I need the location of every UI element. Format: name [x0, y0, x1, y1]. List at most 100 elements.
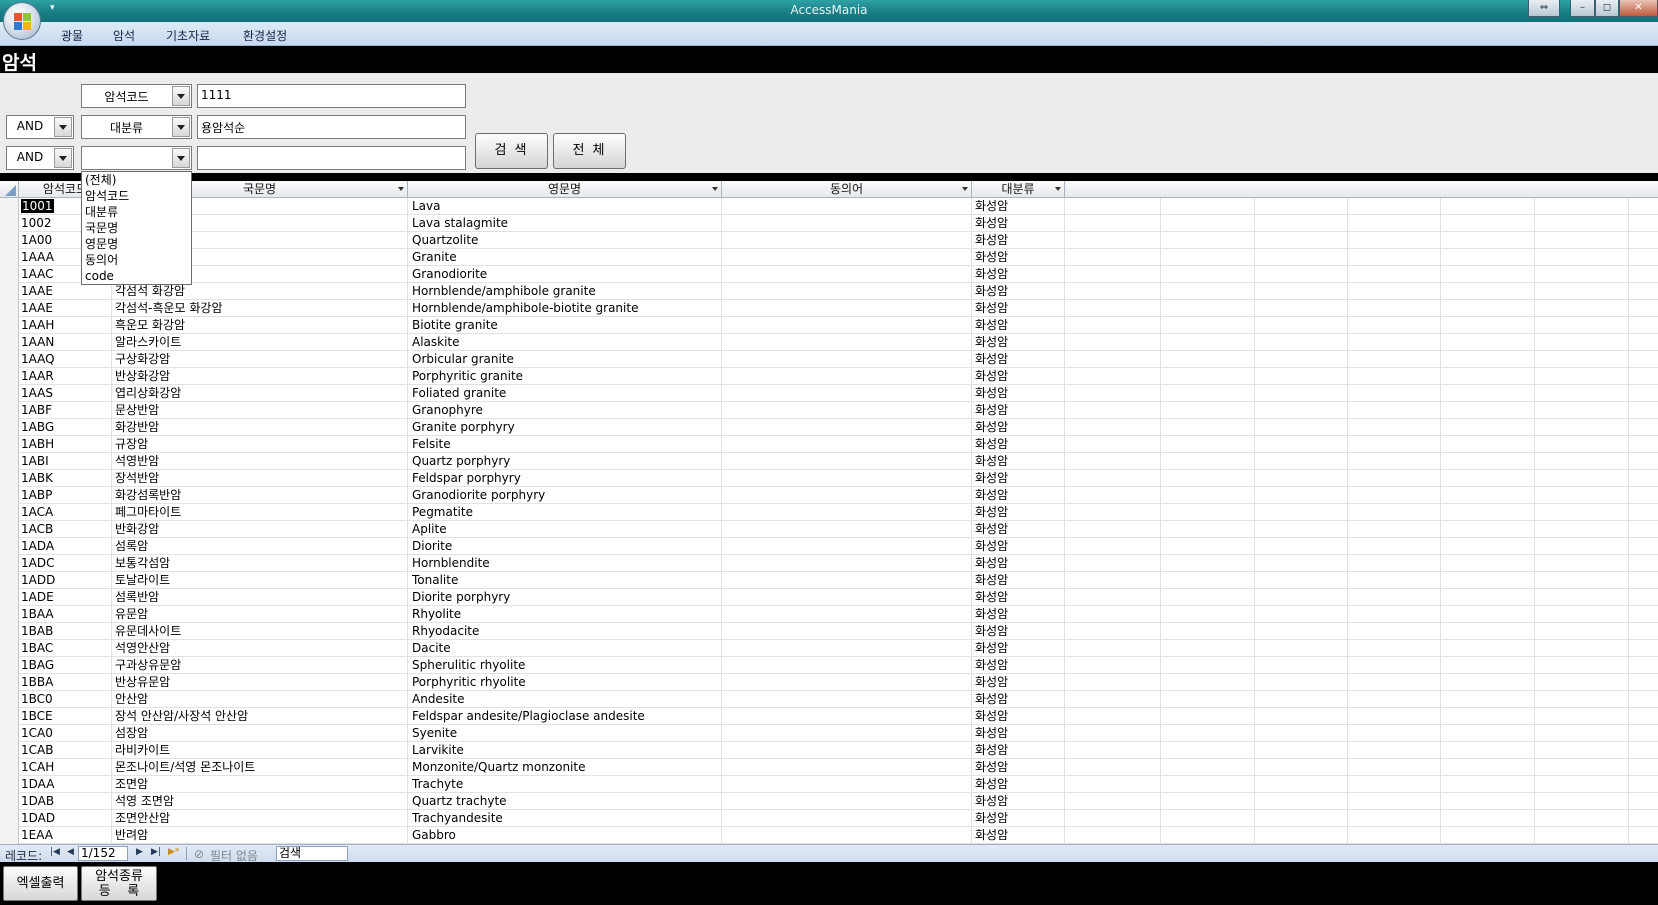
row-selector[interactable]	[0, 283, 19, 300]
cell-synonym[interactable]	[722, 657, 972, 674]
cell-category[interactable]: 화성암	[972, 691, 1065, 708]
cell-korean-name[interactable]: 유문데사이트	[112, 623, 408, 640]
close-button[interactable]: ✕	[1619, 0, 1658, 17]
cell-korean-name[interactable]: 규장암	[112, 436, 408, 453]
row-selector[interactable]	[0, 538, 19, 555]
cell-english-name[interactable]: Trachyandesite	[408, 810, 722, 827]
cell-korean-name[interactable]: 석영반암	[112, 453, 408, 470]
filter-icon[interactable]: ⊘	[194, 847, 204, 861]
cell-code[interactable]: 1AAH	[19, 317, 112, 334]
cell-korean-name[interactable]: 엽리상화강암	[112, 385, 408, 402]
cell-korean-name[interactable]: 장석반암	[112, 470, 408, 487]
cell-korean-name[interactable]: 보통각섬암	[112, 555, 408, 572]
cell-code[interactable]: 1ADE	[19, 589, 112, 606]
cell-synonym[interactable]	[722, 436, 972, 453]
cell-english-name[interactable]: Granophyre	[408, 402, 722, 419]
cell-category[interactable]: 화성암	[972, 487, 1065, 504]
row-selector[interactable]	[0, 266, 19, 283]
table-row[interactable]: 1AAE 각섬석 화강암 Hornblende/amphibole granite 화…	[0, 283, 1658, 300]
cell-english-name[interactable]: Foliated granite	[408, 385, 722, 402]
dropdown-option-code[interactable]: 암석코드	[82, 189, 191, 205]
cell-synonym[interactable]	[722, 589, 972, 606]
sort-arrow-icon[interactable]	[1055, 187, 1061, 191]
search-field-combo-2[interactable]: 대분류	[81, 115, 192, 139]
row-selector[interactable]	[0, 810, 19, 827]
cell-code[interactable]: 1ABH	[19, 436, 112, 453]
table-row[interactable]: 1ABI 석영반암 Quartz porphyry 화성암	[0, 453, 1658, 470]
chevron-down-icon[interactable]	[54, 117, 72, 137]
cell-korean-name[interactable]: 반화강암	[112, 521, 408, 538]
cell-synonym[interactable]	[722, 385, 972, 402]
cell-synonym[interactable]	[722, 640, 972, 657]
cell-synonym[interactable]	[722, 572, 972, 589]
cell-english-name[interactable]: Felsite	[408, 436, 722, 453]
row-selector[interactable]	[0, 793, 19, 810]
row-selector[interactable]	[0, 776, 19, 793]
cell-code[interactable]: 1AAE	[19, 283, 112, 300]
dropdown-option-english-name[interactable]: 영문명	[82, 237, 191, 253]
table-row[interactable]: 1ACA 페그마타이트 Pegmatite 화성암	[0, 504, 1658, 521]
cell-korean-name[interactable]: 화강반암	[112, 419, 408, 436]
row-selector[interactable]	[0, 334, 19, 351]
table-row[interactable]: 1A00 Quartzolite 화성암	[0, 232, 1658, 249]
cell-korean-name[interactable]: 라비카이트	[112, 742, 408, 759]
cell-category[interactable]: 화성암	[972, 742, 1065, 759]
cell-english-name[interactable]: Granodiorite porphyry	[408, 487, 722, 504]
cell-english-name[interactable]: Tonalite	[408, 572, 722, 589]
table-row[interactable]: 1AAN 알라스카이트 Alaskite 화성암	[0, 334, 1658, 351]
cell-korean-name[interactable]: 석영 조면암	[112, 793, 408, 810]
row-selector[interactable]	[0, 504, 19, 521]
menu-basic-data[interactable]: 기초자료	[166, 27, 210, 44]
search-box[interactable]: 검색	[276, 846, 348, 861]
cell-code[interactable]: 1CAB	[19, 742, 112, 759]
cell-code[interactable]: 1ADA	[19, 538, 112, 555]
row-selector[interactable]	[0, 589, 19, 606]
cell-korean-name[interactable]: 알라스카이트	[112, 334, 408, 351]
cell-synonym[interactable]	[722, 759, 972, 776]
row-selector[interactable]	[0, 402, 19, 419]
row-selector[interactable]	[0, 759, 19, 776]
cell-korean-name[interactable]: 반려암	[112, 827, 408, 844]
row-selector[interactable]	[0, 674, 19, 691]
cell-korean-name[interactable]: 흑운모 화강암	[112, 317, 408, 334]
cell-category[interactable]: 화성암	[972, 606, 1065, 623]
table-row[interactable]: 1AAS 엽리상화강암 Foliated granite 화성암	[0, 385, 1658, 402]
row-selector[interactable]	[0, 300, 19, 317]
cell-synonym[interactable]	[722, 725, 972, 742]
row-selector[interactable]	[0, 640, 19, 657]
cell-category[interactable]: 화성암	[972, 776, 1065, 793]
cell-synonym[interactable]	[722, 453, 972, 470]
table-row[interactable]: 1AAH 흑운모 화강암 Biotite granite 화성암	[0, 317, 1658, 334]
cell-category[interactable]: 화성암	[972, 810, 1065, 827]
record-position-input[interactable]: 1/152	[78, 846, 128, 861]
register-rock-type-button[interactable]: 암석종류 등 록	[81, 866, 157, 901]
cell-code[interactable]: 1ADC	[19, 555, 112, 572]
cell-code[interactable]: 1BAG	[19, 657, 112, 674]
cell-code[interactable]: 1BAB	[19, 623, 112, 640]
cell-synonym[interactable]	[722, 487, 972, 504]
cell-synonym[interactable]	[722, 538, 972, 555]
table-row[interactable]: 1CAB 라비카이트 Larvikite 화성암	[0, 742, 1658, 759]
search-value-input-3[interactable]	[197, 146, 466, 170]
cell-korean-name[interactable]: 구과상유문암	[112, 657, 408, 674]
cell-korean-name[interactable]: 각섬석 화강암	[112, 283, 408, 300]
table-row[interactable]: 1ADC 보통각섬암 Hornblendite 화성암	[0, 555, 1658, 572]
cell-korean-name[interactable]: 석영안산암	[112, 640, 408, 657]
row-selector[interactable]	[0, 249, 19, 266]
cell-category[interactable]: 화성암	[972, 725, 1065, 742]
table-row[interactable]: 1ADD 토날라이트 Tonalite 화성암	[0, 572, 1658, 589]
cell-english-name[interactable]: Larvikite	[408, 742, 722, 759]
cell-korean-name[interactable]: 안산암	[112, 691, 408, 708]
table-row[interactable]: 1ABH 규장암 Felsite 화성암	[0, 436, 1658, 453]
table-row[interactable]: 1BAA 유문암 Rhyolite 화성암	[0, 606, 1658, 623]
cell-korean-name[interactable]: 조면암	[112, 776, 408, 793]
table-row[interactable]: 1ABK 장석반암 Feldspar porphyry 화성암	[0, 470, 1658, 487]
cell-code[interactable]: 1BAC	[19, 640, 112, 657]
cell-synonym[interactable]	[722, 351, 972, 368]
cell-korean-name[interactable]: 몬조나이트/석영 몬조나이트	[112, 759, 408, 776]
cell-synonym[interactable]	[722, 266, 972, 283]
cell-synonym[interactable]	[722, 742, 972, 759]
search-value-input-1[interactable]: 1111	[197, 84, 466, 108]
cell-category[interactable]: 화성암	[972, 793, 1065, 810]
cell-code[interactable]: 1BC0	[19, 691, 112, 708]
